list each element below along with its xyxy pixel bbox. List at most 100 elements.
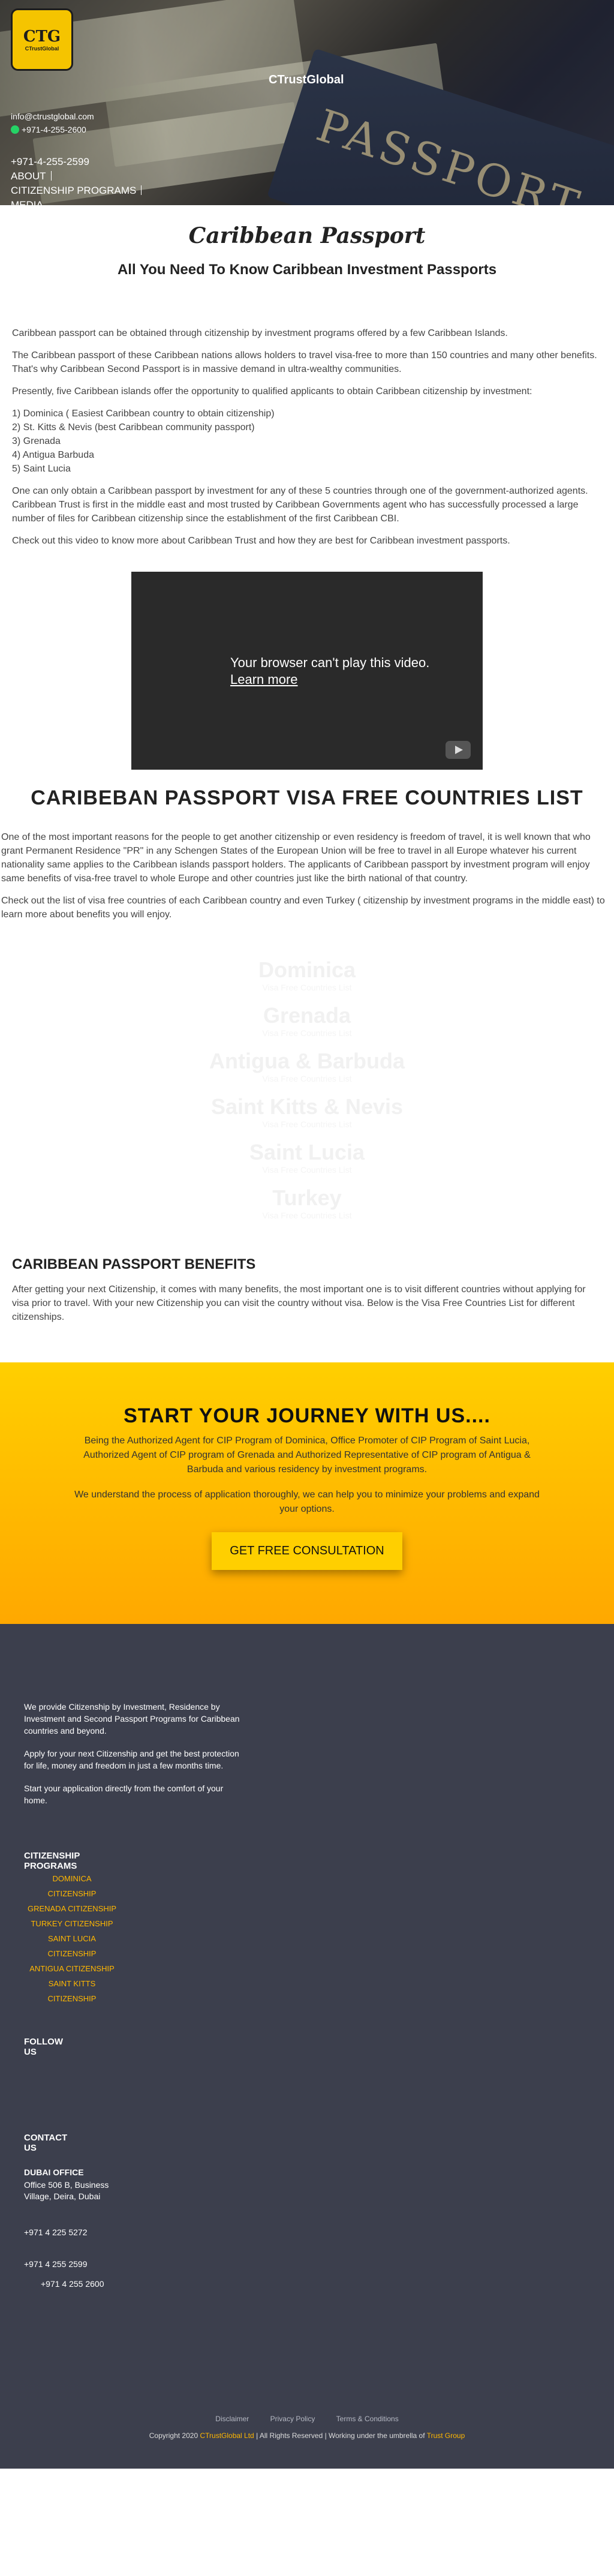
footer-link[interactable]: GRENADA CITIZENSHIP	[24, 1901, 120, 1916]
country-sub: Visa Free Countries List	[262, 1211, 352, 1220]
whatsapp-icon	[11, 125, 19, 134]
island-list-item: 4) Antigua Barbuda	[12, 450, 94, 460]
country-card-saint-lucia[interactable]: Saint Lucia Visa Free Countries List	[0, 1140, 614, 1175]
footer-programs-list: DOMINICA CITIZENSHIP GRENADA CITIZENSHIP…	[24, 1871, 120, 2006]
footer-link[interactable]: SAINT KITTS	[24, 1976, 120, 1991]
country-name: Saint Lucia	[249, 1140, 365, 1164]
video-error-message: Your browser can't play this video. Lear…	[230, 654, 429, 688]
disclaimer-link[interactable]: Disclaimer	[215, 2415, 249, 2423]
copyright: Copyright 2020 CTrustGlobal Ltd | All Ri…	[0, 2431, 614, 2440]
page-title: Caribbean Passport	[188, 223, 426, 248]
header-email-link[interactable]: info@ctrustglobal.com	[11, 110, 94, 123]
video-learn-more-link[interactable]: Learn more	[230, 671, 429, 688]
header-phone[interactable]: +971-4-255-2599	[11, 155, 142, 169]
header-whatsapp-number: +971-4-255-2600	[22, 125, 86, 134]
copyright-text: | All Rights Reserved | Working under th…	[256, 2431, 425, 2440]
country-sub: Visa Free Countries List	[262, 1028, 352, 1038]
nav-item-label: CITIZENSHIP PROGRAMS	[11, 185, 137, 196]
footer-about: We provide Citizenship by Investment, Re…	[24, 1701, 240, 1817]
nav-item-label: ABOUT	[11, 170, 46, 182]
country-card-antigua[interactable]: Antigua & Barbuda Visa Free Countries Lis…	[0, 1049, 614, 1083]
intro-paragraph: Caribbean passport can be obtained throu…	[12, 328, 508, 338]
office-address: Office 506 B, Business Village, Deira, D…	[24, 2180, 109, 2201]
youtube-icon[interactable]	[446, 741, 471, 759]
free-consultation-button[interactable]: GET FREE CONSULTATION	[212, 1532, 402, 1570]
nav-item-about[interactable]: ABOUT	[11, 169, 142, 184]
country-card-turkey[interactable]: Turkey Visa Free Countries List	[0, 1185, 614, 1220]
footer-contact-heading: CONTACT US	[24, 2133, 68, 2153]
footer-link[interactable]: ANTIGUA CITIZENSHIP	[24, 1961, 120, 1976]
island-list-item: 2) St. Kitts & Nevis (best Caribbean com…	[12, 422, 255, 433]
footer-about-text: Start your application directly from the…	[24, 1784, 224, 1805]
cta-text: Being the Authorized Agent for CIP Progr…	[83, 1436, 531, 1475]
country-card-dominica[interactable]: Dominica Visa Free Countries List	[0, 957, 614, 992]
country-name: Saint Kitts & Nevis	[210, 1094, 404, 1119]
footer-phone[interactable]: +971 4 255 2600	[24, 2278, 104, 2290]
office-title: DUBAI OFFICE	[24, 2167, 84, 2177]
copyright-brand-link[interactable]: CTrustGlobal Ltd	[200, 2431, 254, 2440]
country-name: Turkey	[272, 1185, 342, 1210]
nav-divider	[141, 185, 142, 195]
video-player[interactable]: Your browser can't play this video. Lear…	[131, 572, 483, 770]
cta-title: START YOUR JOURNEY WITH US....	[124, 1404, 490, 1427]
footer-link[interactable]: CITIZENSHIP	[24, 1991, 120, 2006]
footer-about-text: We provide Citizenship by Investment, Re…	[24, 1702, 240, 1736]
footer-fax[interactable]: +971 4 225 5272	[24, 2227, 104, 2238]
benefits-title: CARIBBEAN PASSPORT BENEFITS	[12, 1256, 256, 1272]
site-brand-name[interactable]: CTrustGlobal	[269, 73, 344, 87]
header-whatsapp[interactable]: +971-4-255-2600	[11, 123, 94, 136]
country-card-saint-kitts[interactable]: Saint Kitts & Nevis Visa Free Countries L…	[0, 1094, 614, 1129]
intro-paragraph: The Caribbean passport of these Caribbea…	[12, 350, 597, 374]
visa-free-section: One of the most important reasons for th…	[0, 830, 614, 921]
island-list-item: 3) Grenada	[12, 436, 61, 446]
parent-company-link[interactable]: Trust Group	[427, 2431, 465, 2440]
country-name: Dominica	[258, 957, 356, 982]
copyright-text: Copyright 2020	[149, 2431, 198, 2440]
nav-item-label: MEDIA	[11, 199, 43, 205]
benefits-text: After getting your next Citizenship, it …	[12, 1284, 586, 1322]
country-sub: Visa Free Countries List	[262, 1119, 352, 1129]
footer-phone[interactable]: +971 4 255 2599	[24, 2259, 104, 2270]
privacy-policy-link[interactable]: Privacy Policy	[270, 2415, 315, 2423]
visa-paragraph: One of the most important reasons for th…	[1, 832, 591, 884]
footer-link[interactable]: CITIZENSHIP	[24, 1886, 120, 1901]
intro-paragraph: Check out this video to know more about …	[12, 536, 510, 546]
site-footer: We provide Citizenship by Investment, Re…	[0, 1624, 614, 2469]
country-card-grenada[interactable]: Grenada Visa Free Countries List	[0, 1003, 614, 1038]
footer-link[interactable]: CITIZENSHIP	[24, 1946, 120, 1961]
terms-link[interactable]: Terms & Conditions	[336, 2415, 399, 2423]
main-nav: +971-4-255-2599 ABOUT CITIZENSHIP PROGRA…	[11, 155, 142, 205]
footer-programs-heading: CITIZENSHIP PROGRAMS	[24, 1851, 80, 1871]
intro-section: Caribbean passport can be obtained throu…	[0, 326, 614, 548]
nav-item-citizenship-programs[interactable]: CITIZENSHIP PROGRAMS	[11, 184, 142, 198]
cta-text: We understand the process of application…	[74, 1490, 540, 1514]
footer-link[interactable]: TURKEY CITIZENSHIP	[24, 1916, 120, 1931]
header-contact: info@ctrustglobal.com +971-4-255-2600	[11, 110, 94, 136]
footer-link[interactable]: DOMINICA	[24, 1871, 120, 1886]
footer-office: DUBAI OFFICE Office 506 B, Business Vill…	[24, 2167, 120, 2202]
logo-mark: CTG	[23, 28, 61, 46]
site-logo[interactable]: CTG CTrustGlobal	[11, 8, 73, 71]
island-list-item: 1) Dominica ( Easiest Caribbean country …	[12, 409, 275, 419]
intro-paragraph: Presently, five Caribbean islands offer …	[12, 386, 532, 397]
logo-subtext: CTrustGlobal	[25, 46, 59, 52]
cta-banner: START YOUR JOURNEY WITH US.... Being the…	[0, 1362, 614, 1624]
footer-about-text: Apply for your next Citizenship and get …	[24, 1749, 239, 1770]
page-subtitle: All You Need To Know Caribbean Investmen…	[117, 262, 497, 278]
country-list: Dominica Visa Free Countries List Grenada…	[0, 957, 614, 1220]
footer-follow-heading: FOLLOW US	[24, 2037, 63, 2057]
country-sub: Visa Free Countries List	[262, 1074, 352, 1083]
island-list-item: 5) Saint Lucia	[12, 464, 71, 474]
video-error-text: Your browser can't play this video.	[230, 655, 430, 670]
footer-legal-links: Disclaimer Privacy Policy Terms & Condit…	[0, 2415, 614, 2423]
footer-link[interactable]: SAINT LUCIA	[24, 1931, 120, 1946]
country-sub: Visa Free Countries List	[262, 1165, 352, 1175]
country-name: Antigua & Barbuda	[209, 1049, 405, 1073]
visa-paragraph: Check out the list of visa free countrie…	[1, 896, 605, 920]
intro-paragraph: One can only obtain a Caribbean passport…	[12, 486, 588, 524]
nav-item-media[interactable]: MEDIA	[11, 198, 142, 205]
country-name: Grenada	[263, 1003, 351, 1028]
country-sub: Visa Free Countries List	[262, 983, 352, 992]
nav-divider	[50, 171, 52, 181]
island-list: 1) Dominica ( Easiest Caribbean country …	[12, 407, 602, 476]
